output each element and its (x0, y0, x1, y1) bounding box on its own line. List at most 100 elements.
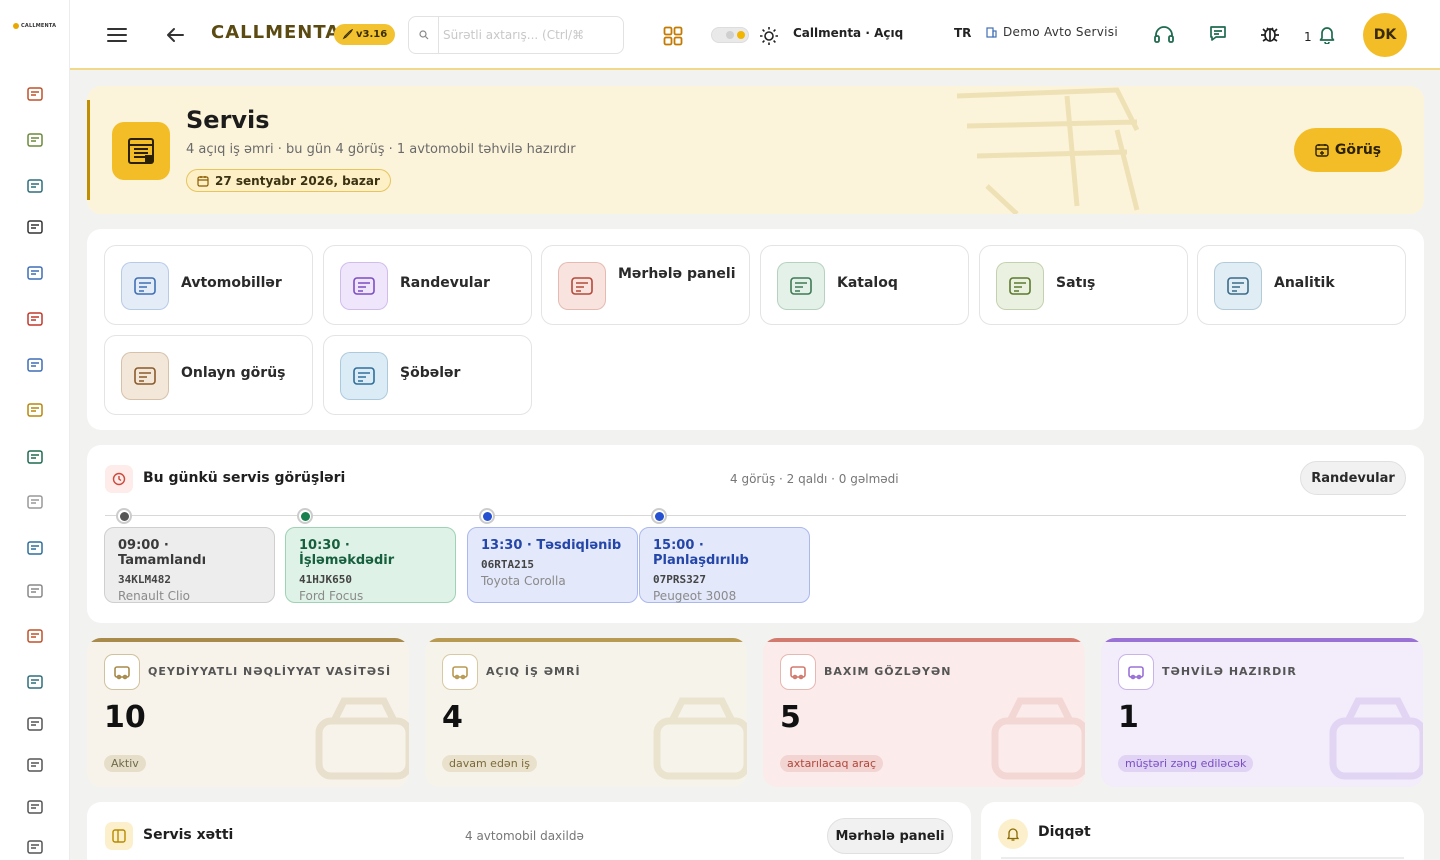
settings-icon[interactable] (24, 491, 46, 513)
appointment-time-status: 15:00 · Planlaşdırılıb (653, 538, 749, 568)
checklist-icon (558, 262, 606, 310)
columns-icon (105, 822, 133, 850)
stat-decoration-icon (315, 697, 409, 780)
page-hero: Servis 4 açıq iş əmri · bu gün 4 görüş ·… (87, 86, 1424, 214)
appointment-plate: 34KLM482 (118, 573, 171, 586)
brand-title[interactable]: CALLMENTA (211, 22, 340, 43)
headset-icon[interactable] (1152, 23, 1176, 47)
page-subtitle: 4 açıq iş əmri · bu gün 4 görüş · 1 avto… (186, 142, 576, 157)
megaphone-icon[interactable] (24, 446, 46, 468)
shield-icon[interactable] (24, 580, 46, 602)
app-logo[interactable]: CALLMENTA (13, 23, 56, 29)
dashboard-icon[interactable] (24, 83, 46, 105)
quick-tile-3[interactable]: Mərhələ paneli (541, 245, 750, 325)
quick-tile-2[interactable]: Randevular (323, 245, 532, 325)
sliders-icon[interactable] (24, 754, 46, 776)
quick-tile-8[interactable]: Şöbələr (323, 335, 532, 415)
quick-tile-7[interactable]: Onlayn görüş (104, 335, 313, 415)
sun-icon[interactable] (757, 24, 781, 48)
alarm-icon[interactable] (24, 308, 46, 330)
appointment-card[interactable]: 15:00 · Planlaşdırılıb 07PRS327 Peugeot 30… (639, 527, 810, 603)
medal-icon[interactable] (24, 399, 46, 421)
quick-tile-5[interactable]: Satış (979, 245, 1188, 325)
bug-icon[interactable] (1258, 22, 1282, 46)
clipboard-icon[interactable] (24, 129, 46, 151)
attention-panel: Diqqət (981, 802, 1424, 860)
quick-tile-4[interactable]: Kataloq (760, 245, 969, 325)
search-icon[interactable] (409, 17, 439, 53)
appointment-car: Renault Clio (118, 589, 190, 603)
back-arrow-icon[interactable] (163, 23, 187, 47)
stat-decoration-icon (1329, 697, 1423, 780)
bell-icon (780, 654, 816, 690)
stat-badge: müştəri zəng ediləcək (1118, 755, 1254, 772)
stat-value: 1 (1118, 700, 1139, 735)
timeline-dot (651, 508, 667, 524)
stat-badge: davam edən iş (442, 755, 537, 772)
quick-tile-1[interactable]: Avtomobillər (104, 245, 313, 325)
menu-icon[interactable] (105, 23, 129, 47)
appointments-button[interactable]: Randevular (1300, 461, 1406, 495)
chat-icon[interactable] (1206, 22, 1230, 46)
new-appointment-button[interactable]: Görüş (1294, 128, 1402, 172)
appointment-time-status: 09:00 · Tamamlandı (118, 538, 207, 568)
stat-card[interactable]: AÇIQ İŞ ƏMRİ 4 davam edən iş (425, 638, 747, 787)
report-icon[interactable] (24, 796, 46, 818)
appointment-plate: 06RTA215 (481, 558, 534, 571)
appointment-car: Peugeot 3008 (653, 589, 737, 603)
building-icon[interactable] (24, 625, 46, 647)
page-title: Servis (186, 106, 270, 134)
grid-icon[interactable] (24, 537, 46, 559)
user-avatar[interactable]: DK (1363, 13, 1407, 57)
stat-card[interactable]: BAXIM GÖZLƏYƏN 5 axtarılacaq araç (763, 638, 1085, 787)
contact-icon[interactable] (24, 262, 46, 284)
top-header: CALLMENTA v3.16 Callmenta · Açıq TR Demo… (70, 0, 1440, 70)
stat-accent-bar (1101, 638, 1423, 642)
quick-tile-6[interactable]: Analitik (1197, 245, 1406, 325)
garage-icon (112, 122, 170, 180)
bell-icon[interactable] (1316, 23, 1338, 45)
schedule-summary: 4 görüş · 2 qaldı · 0 gəlmədi (730, 472, 899, 486)
attention-title: Diqqət (1038, 824, 1091, 840)
warning-icon[interactable] (24, 836, 46, 858)
stat-badge: Aktiv (104, 755, 146, 772)
language-switch[interactable]: TR (954, 26, 971, 40)
stat-card[interactable]: QEYDİYYATLI NƏQLİYYAT VASİTƏSİ 10 Aktiv (87, 638, 409, 787)
stage-panel-button[interactable]: Mərhələ paneli (827, 818, 953, 854)
car-icon (104, 654, 140, 690)
users-chat-icon[interactable] (24, 354, 46, 376)
quick-tile-label: Onlayn görüş (181, 365, 286, 381)
search-input[interactable] (443, 20, 619, 50)
attention-bell-icon (998, 819, 1028, 849)
quick-tile-label: Analitik (1274, 275, 1335, 291)
version-text: v3.16 (356, 29, 388, 40)
search-box (408, 16, 624, 54)
organization-selector[interactable]: Demo Avto Servisi (986, 25, 1118, 39)
chart-icon[interactable] (24, 671, 46, 693)
appointment-car: Toyota Corolla (481, 574, 566, 588)
appointment-card[interactable]: 10:30 · İşləməkdədir 41HJK650 Ford Focus (285, 527, 456, 603)
theme-label[interactable]: Callmenta · Açıq (793, 26, 903, 40)
tools-icon (442, 654, 478, 690)
new-appointment-label: Görüş (1334, 142, 1382, 158)
hero-decoration-icon (956, 87, 1140, 214)
appointment-car: Ford Focus (299, 589, 364, 603)
appointment-card[interactable]: 09:00 · Tamamlandı 34KLM482 Renault Clio (104, 527, 275, 603)
board-icon[interactable] (24, 175, 46, 197)
theme-toggle[interactable] (711, 27, 749, 43)
appointment-card[interactable]: 13:30 · Təsdiqlənib 06RTA215 Toyota Coroll… (467, 527, 638, 603)
stat-decoration-icon (991, 697, 1085, 780)
bracket-icon[interactable] (24, 216, 46, 238)
service-pipeline-panel: Servis xətti 4 avtomobil daxildə Mərhələ… (87, 802, 971, 860)
calendar-grid-icon (121, 352, 169, 400)
stat-card[interactable]: TƏHVİLƏ HAZIRDIR 1 müştəri zəng ediləcək (1101, 638, 1423, 787)
globe-icon[interactable] (24, 713, 46, 735)
timeline-dot (297, 508, 313, 524)
stat-badge: axtarılacaq araç (780, 755, 883, 772)
apps-grid-icon[interactable] (661, 24, 685, 48)
attention-divider (1001, 857, 1404, 859)
quick-tile-label: Avtomobillər (181, 275, 282, 291)
stat-value: 4 (442, 700, 463, 735)
logo-mark (13, 23, 19, 29)
pipeline-title: Servis xətti (143, 827, 234, 843)
